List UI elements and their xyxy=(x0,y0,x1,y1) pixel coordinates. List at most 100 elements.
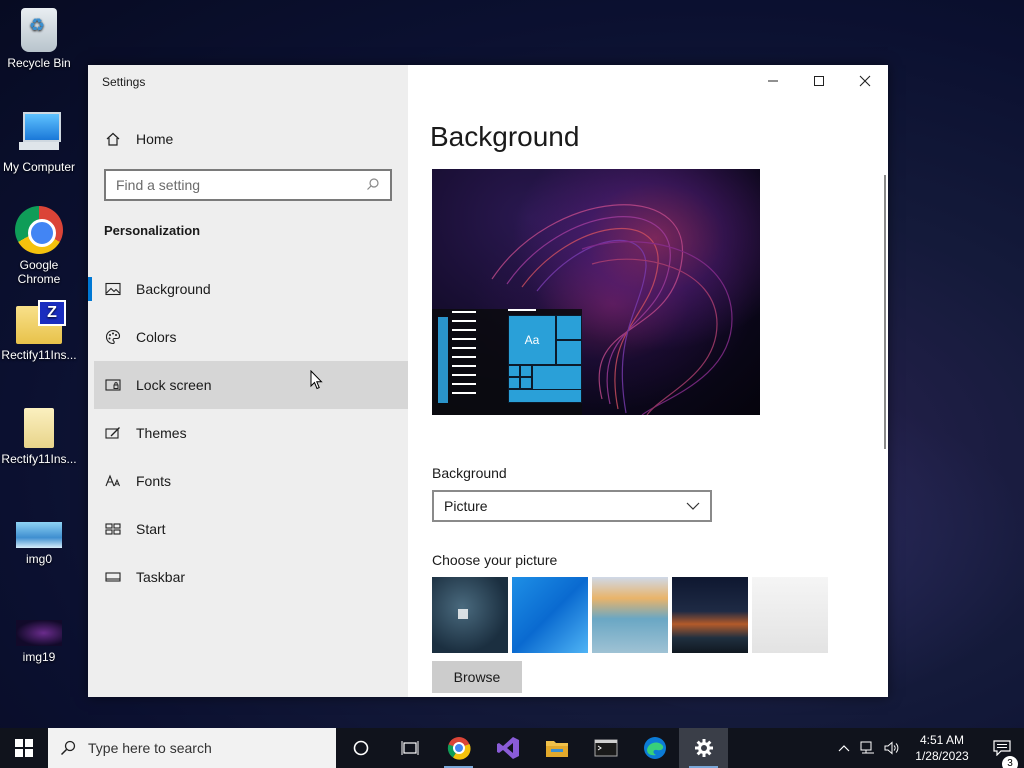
palette-icon xyxy=(104,329,122,345)
picture-thumbnail[interactable] xyxy=(512,577,588,653)
chevron-down-icon xyxy=(686,502,700,510)
desktop-icon-recycle-bin[interactable]: Recycle Bin xyxy=(0,8,78,70)
desktop-icon-img0[interactable]: img0 xyxy=(0,512,78,566)
taskbar-settings[interactable] xyxy=(679,728,728,768)
speaker-icon xyxy=(884,741,899,755)
chrome-icon xyxy=(15,206,63,254)
choose-picture-label: Choose your picture xyxy=(432,552,558,568)
sidebar-item-fonts[interactable]: Fonts xyxy=(88,457,408,505)
network-button[interactable] xyxy=(856,741,880,755)
cortana-icon xyxy=(353,740,368,756)
mouse-cursor-icon xyxy=(310,370,323,390)
desktop-icon-label: img19 xyxy=(22,650,56,664)
minimize-button[interactable] xyxy=(750,65,796,97)
preview-app-list xyxy=(452,311,482,401)
search-icon xyxy=(60,740,76,756)
sidebar-item-label: Colors xyxy=(136,329,177,345)
sidebar-item-start[interactable]: Start xyxy=(88,505,408,553)
preview-tiles: Aa xyxy=(508,315,582,403)
browse-button[interactable]: Browse xyxy=(432,661,522,693)
file-explorer-icon xyxy=(545,741,568,757)
desktop-icon-label: My Computer xyxy=(2,160,76,174)
background-preview: Aa xyxy=(432,169,760,415)
find-setting-search[interactable]: Find a setting xyxy=(104,169,392,201)
desktop-icon-img19[interactable]: img19 xyxy=(0,610,78,664)
sidebar-item-themes[interactable]: Themes xyxy=(88,409,408,457)
home-icon xyxy=(104,131,122,147)
clock-date: 1/28/2023 xyxy=(915,749,969,763)
desktop-icon-my-computer[interactable]: My Computer xyxy=(0,108,78,174)
fonts-icon xyxy=(104,473,122,489)
section-title: Personalization xyxy=(104,223,201,238)
notification-count-badge: 3 xyxy=(1002,756,1018,768)
dropdown-value: Picture xyxy=(444,498,488,514)
taskbar-search-placeholder: Type here to search xyxy=(88,740,212,756)
sidebar-item-label: Themes xyxy=(136,425,187,441)
desktop-icon-label: Rectify11Ins... xyxy=(1,452,77,466)
window-title: Settings xyxy=(102,75,146,89)
background-type-dropdown[interactable]: Picture xyxy=(432,490,712,522)
sidebar-item-background[interactable]: Background xyxy=(88,265,408,313)
settings-window: Settings Home Find a setting Personaliza… xyxy=(88,65,888,697)
taskbar-icon xyxy=(104,569,122,585)
picture-thumbnail[interactable] xyxy=(752,577,828,653)
picture-thumbnail[interactable] xyxy=(432,577,508,653)
desktop-icon-rectify11-installer[interactable]: Rectify11Ins... xyxy=(0,300,78,362)
taskbar-search-box[interactable]: Type here to search xyxy=(48,728,336,768)
cortana-button[interactable] xyxy=(336,728,385,768)
maximize-button[interactable] xyxy=(796,65,842,97)
themes-icon xyxy=(104,425,122,441)
window-controls xyxy=(750,65,888,97)
sidebar-item-label: Fonts xyxy=(136,473,172,489)
sidebar-item-colors[interactable]: Colors xyxy=(88,313,408,361)
volume-button[interactable] xyxy=(880,741,904,755)
action-center-button[interactable]: 3 xyxy=(980,740,1024,768)
sidebar-item-lock-screen[interactable]: Lock screen xyxy=(94,361,408,409)
desktop-icon-label: Google Chrome xyxy=(17,258,61,286)
taskbar-edge[interactable] xyxy=(630,728,679,768)
taskbar-terminal[interactable] xyxy=(581,728,630,768)
start-button[interactable] xyxy=(0,728,48,768)
taskbar-chrome[interactable] xyxy=(434,728,483,768)
clock[interactable]: 4:51 AM 1/28/2023 xyxy=(904,732,980,764)
search-placeholder: Find a setting xyxy=(116,177,201,193)
main-content: Background Aa Background Picture Choose … xyxy=(408,65,888,697)
folder-zip-icon xyxy=(16,300,66,344)
home-link[interactable]: Home xyxy=(104,128,173,150)
desktop-icon-label: img0 xyxy=(25,552,52,566)
search-icon xyxy=(366,177,380,194)
maximize-icon xyxy=(814,76,824,86)
sidebar-item-label: Lock screen xyxy=(136,377,212,393)
edge-icon xyxy=(643,737,666,759)
chrome-icon xyxy=(447,737,471,760)
computer-icon xyxy=(15,108,63,156)
desktop-icon-rectify11-folder[interactable]: Rectify11Ins... xyxy=(0,404,78,466)
close-button[interactable] xyxy=(842,65,888,97)
preview-tile-aa: Aa xyxy=(508,315,556,365)
desktop-icon-google-chrome[interactable]: Google Chrome xyxy=(0,206,78,286)
preview-tile-header xyxy=(508,309,536,311)
recycle-bin-icon xyxy=(21,8,57,52)
lock-screen-icon xyxy=(104,377,122,393)
close-icon xyxy=(859,75,871,87)
sidebar-item-label: Start xyxy=(136,521,166,537)
background-label: Background xyxy=(432,465,507,481)
sidebar-item-taskbar[interactable]: Taskbar xyxy=(88,553,408,601)
chevron-up-icon xyxy=(838,745,850,752)
sidebar: Settings Home Find a setting Personaliza… xyxy=(88,65,408,697)
show-hidden-icons-button[interactable] xyxy=(832,744,856,752)
vertical-scrollbar[interactable] xyxy=(884,175,886,449)
settings-icon xyxy=(694,739,713,757)
folder-icon xyxy=(24,408,54,448)
minimize-icon xyxy=(768,80,778,82)
desktop-icon-label: Recycle Bin xyxy=(7,56,71,70)
task-view-button[interactable] xyxy=(385,728,434,768)
picture-thumbnail[interactable] xyxy=(672,577,748,653)
desktop-icon-label: Rectify11Ins... xyxy=(1,348,77,362)
taskbar-visual-studio[interactable] xyxy=(483,728,532,768)
taskbar-file-explorer[interactable] xyxy=(532,728,581,768)
picture-thumbnail[interactable] xyxy=(592,577,668,653)
sidebar-item-label: Background xyxy=(136,281,211,297)
taskbar: Type here to search 4:51 AM 1/28/2023 3 xyxy=(0,728,1024,768)
page-title: Background xyxy=(430,121,580,152)
